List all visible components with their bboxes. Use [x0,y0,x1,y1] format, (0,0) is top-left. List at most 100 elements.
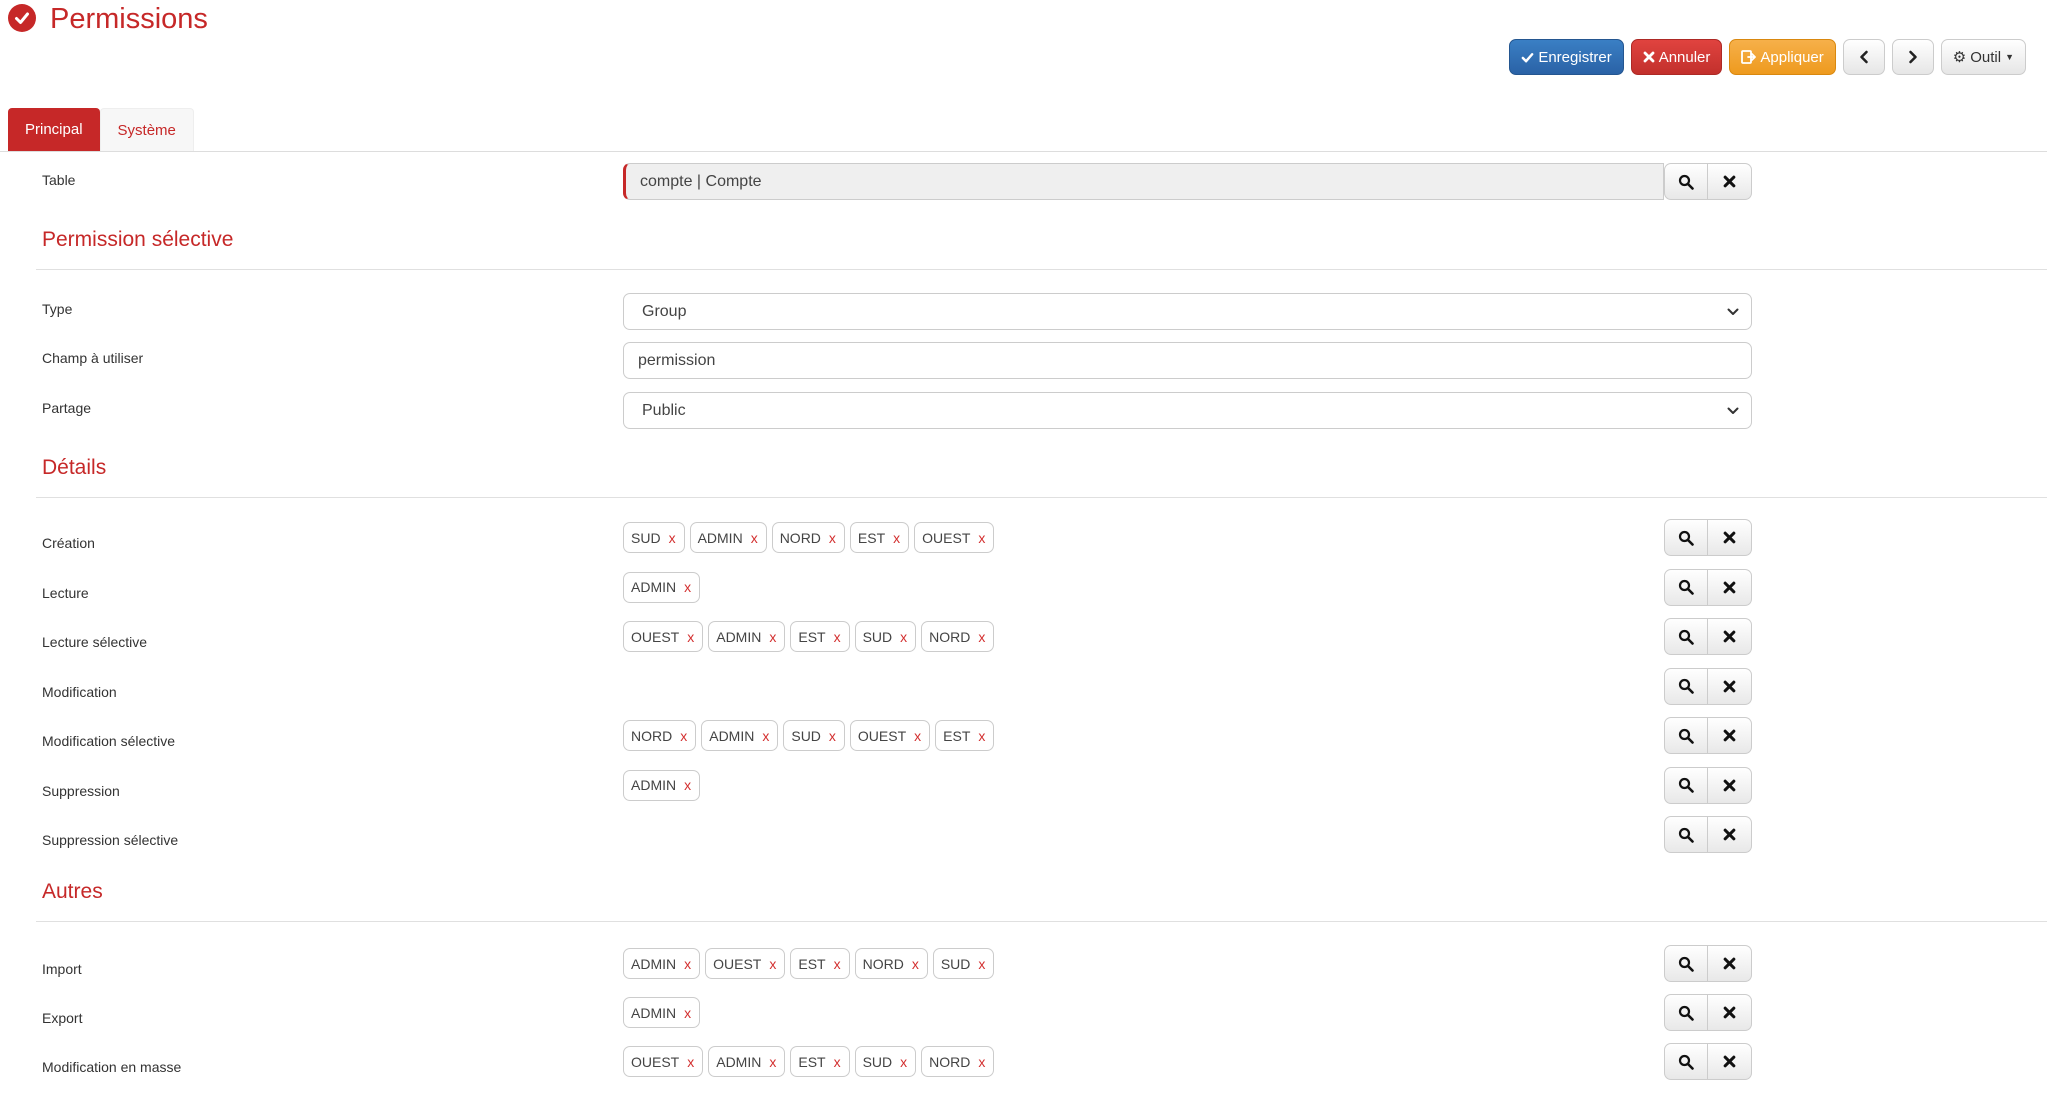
search-icon [1678,777,1694,793]
permission-clear-button[interactable] [1708,816,1752,853]
tag-label: SUD [862,628,893,645]
table-field[interactable]: compte | Compte [623,163,1664,200]
tag-remove-button[interactable]: x [687,1054,694,1070]
tool-menu-button[interactable]: ⚙ Outil ▼ [1940,39,2026,75]
tag-chip: SUD x [623,522,685,553]
tag-chip: SUD x [932,948,995,979]
tag-remove-button[interactable]: x [829,728,836,744]
permission-actions [1664,667,1752,705]
permission-search-button[interactable] [1664,1043,1708,1080]
tag-list: ADMIN x [623,997,701,1028]
tag-remove-button[interactable]: x [978,728,985,744]
save-button[interactable]: Enregistrer [1509,39,1624,75]
permission-search-button[interactable] [1664,618,1708,655]
tag-remove-button[interactable]: x [978,530,985,546]
tag-remove-button[interactable]: x [893,530,900,546]
cancel-button[interactable]: Annuler [1630,39,1723,75]
close-icon [1723,531,1736,544]
previous-button[interactable] [1842,39,1885,75]
permission-clear-button[interactable] [1708,766,1752,804]
tag-remove-button[interactable]: x [769,629,776,645]
permission-search-button[interactable] [1664,766,1708,804]
tag-remove-button[interactable]: x [769,956,776,972]
tag-remove-button[interactable]: x [900,1054,907,1070]
field-to-use-input[interactable]: permission [623,342,1752,379]
tag-remove-button[interactable]: x [684,956,691,972]
tag-chip: EST x [790,1046,850,1077]
close-icon [1723,828,1736,841]
tag-remove-button[interactable]: x [834,1054,841,1070]
tabs: Principal Système [8,108,194,151]
chevron-right-icon [1908,50,1917,64]
next-button[interactable] [1891,39,1934,75]
tag-remove-button[interactable]: x [762,728,769,744]
tag-remove-button[interactable]: x [669,530,676,546]
apply-button[interactable]: Appliquer [1729,39,1836,75]
tag-remove-button[interactable]: x [680,728,687,744]
tag-remove-button[interactable]: x [978,956,985,972]
tag-label: NORD [862,955,904,972]
tag-remove-button[interactable]: x [978,1054,985,1070]
permission-search-button[interactable] [1664,568,1708,606]
section-divider [36,269,2047,270]
tag-remove-button[interactable]: x [769,1054,776,1070]
permission-clear-button[interactable] [1708,1043,1752,1080]
check-icon [1521,52,1534,62]
permission-clear-button[interactable] [1708,618,1752,655]
permission-clear-button[interactable] [1708,994,1752,1031]
permission-clear-button[interactable] [1708,717,1752,754]
tag-remove-button[interactable]: x [684,777,691,793]
permission-search-button[interactable] [1664,816,1708,853]
permission-clear-button[interactable] [1708,519,1752,556]
permission-actions [1664,519,1752,556]
type-select[interactable]: Group [623,293,1752,330]
tag-label: ADMIN [631,777,677,793]
tag-remove-button[interactable]: x [912,956,919,972]
tag-remove-button[interactable]: x [900,629,907,645]
tag-label: SUD [791,727,821,744]
permission-search-button[interactable] [1664,667,1708,705]
tag-chip: ADMIN x [623,948,701,979]
tag-label: EST [798,955,826,972]
tab-principal[interactable]: Principal [8,108,100,151]
tag-remove-button[interactable]: x [687,629,694,645]
search-icon [1678,678,1694,694]
sharing-label: Partage [42,400,92,416]
permission-search-button[interactable] [1664,945,1708,982]
tag-chip: NORD x [771,522,845,553]
permission-search-button[interactable] [1664,519,1708,556]
tab-systeme[interactable]: Système [99,108,194,151]
tool-menu-label: Outil [1970,48,2002,66]
tag-chip: NORD x [921,1046,995,1077]
permission-search-button[interactable] [1664,994,1708,1031]
sharing-select[interactable]: Public [623,392,1752,429]
permission-label: Suppression [42,782,120,799]
tag-remove-button[interactable]: x [978,629,985,645]
permission-search-button[interactable] [1664,717,1708,754]
save-button-label: Enregistrer [1538,48,1612,66]
permission-clear-button[interactable] [1708,945,1752,982]
tag-chip: NORD x [623,720,697,751]
tag-remove-button[interactable]: x [829,530,836,546]
permission-clear-button[interactable] [1708,667,1752,705]
tag-remove-button[interactable]: x [751,530,758,546]
section-divider [36,497,2047,498]
section-title-others: Autres [42,880,103,903]
tag-remove-button[interactable]: x [834,956,841,972]
apply-button-label: Appliquer [1760,48,1824,66]
tag-chip: ADMIN x [623,997,701,1028]
table-clear-button[interactable] [1708,163,1752,200]
tag-remove-button[interactable]: x [834,629,841,645]
table-search-button[interactable] [1664,163,1708,200]
tag-chip: ADMIN x [623,769,701,801]
tag-remove-button[interactable]: x [914,728,921,744]
tag-label: OUEST [922,529,971,546]
section-title-details: Détails [42,456,107,479]
tag-remove-button[interactable]: x [684,1005,691,1021]
type-label: Type [42,301,73,317]
permission-clear-button[interactable] [1708,568,1752,606]
tag-remove-button[interactable]: x [684,579,691,595]
close-icon [1723,1055,1736,1068]
table-label: Table [42,172,76,188]
tag-chip: NORD x [921,621,995,652]
